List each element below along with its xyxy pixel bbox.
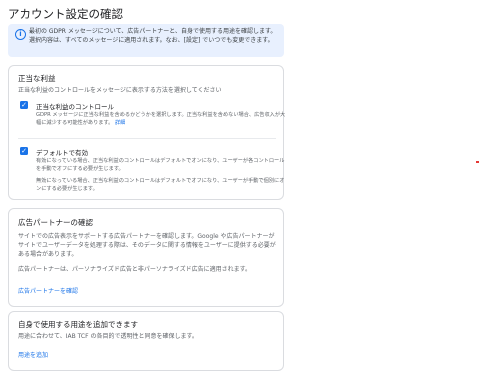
default-enabled-desc-on: 有効になっている場合、正当な利益のコントロールはデフォルトでオンになり、ユーザー…	[36, 158, 285, 172]
ad-partners-note: 広告パートナーは、パーソナライズド広告と非パーソナライズド広告に適用されます。	[18, 266, 252, 273]
legitimate-interest-control-desc: GDPR メッセージに正当な利益を含めるかどうかを選択します。正当な利益を含めな…	[36, 112, 286, 127]
legitimate-interest-control-desc-text: GDPR メッセージに正当な利益を含めるかどうかを選択します。正当な利益を含めな…	[36, 112, 286, 126]
legitimate-interest-card: 正当な利益 正当な利益のコントロールをメッセージに表示する方法を選択してください…	[8, 65, 286, 200]
default-enabled-desc-off: 無効になっている場合、正当な利益のコントロールはデフォルトでオフになり、ユーザー…	[36, 178, 285, 192]
ad-partners-title: 広告パートナーの確認	[18, 218, 93, 227]
info-icon: i	[15, 29, 26, 40]
legitimate-interest-control-label: 正当な利益のコントロール	[36, 103, 114, 111]
edge-marker	[476, 161, 479, 163]
default-enabled-label: デフォルトで有効	[36, 149, 88, 157]
default-enabled-checkbox[interactable]: ✓	[20, 147, 28, 155]
review-ad-partners-link[interactable]: 広告パートナーを確認	[18, 286, 78, 295]
purposes-title: 自身で使用する用途を追加できます	[18, 320, 138, 329]
legitimate-interest-title: 正当な利益	[18, 74, 56, 83]
legitimate-interest-subtitle: 正当な利益のコントロールをメッセージに表示する方法を選択してください	[18, 87, 222, 94]
page-title: アカウント設定の確認	[8, 7, 123, 21]
ad-partners-card: 広告パートナーの確認 サイトでの広告表示をサポートする広告パートナーを確認します…	[8, 208, 284, 307]
info-banner: i 最初の GDPR メッセージについて、広告パートナーと、自身で使用する用途を…	[8, 24, 284, 57]
purposes-subtitle: 用途に合わせて、IAB TCF の各目的で透明性と同意を確保します。	[18, 333, 198, 340]
purposes-card: 自身で使用する用途を追加できます 用途に合わせて、IAB TCF の各目的で透明…	[8, 311, 284, 371]
ad-partners-description: サイトでの広告表示をサポートする広告パートナーを確認します。Google や広告…	[18, 233, 276, 258]
legitimate-interest-control-checkbox[interactable]: ✓	[20, 101, 28, 109]
divider	[18, 138, 276, 139]
info-banner-text: 最初の GDPR メッセージについて、広告パートナーと、自身で使用する用途を確認…	[29, 28, 277, 44]
details-link[interactable]: 詳細	[115, 120, 125, 126]
add-purpose-link[interactable]: 用途を追加	[18, 350, 48, 359]
